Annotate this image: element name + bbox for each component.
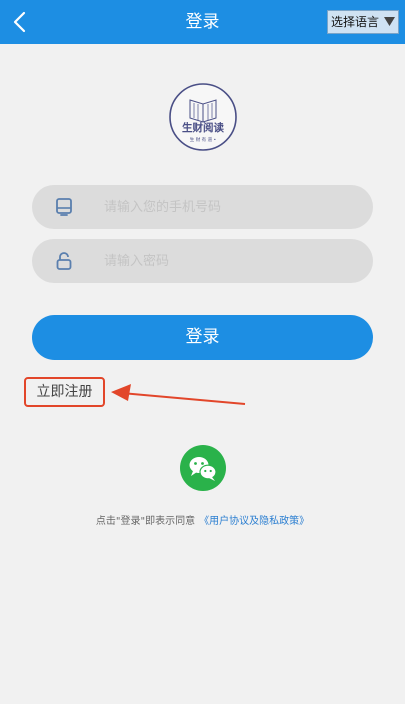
- select-language-button[interactable]: 选择语言: [327, 10, 399, 34]
- agreement-text: 点击"登录"即表示同意 《用户协议及隐私政策》: [0, 512, 405, 527]
- triangle-down-icon: [384, 17, 395, 26]
- agreement-prefix: 点击"登录"即表示同意: [95, 516, 196, 527]
- register-link[interactable]: 立即注册: [24, 377, 105, 407]
- phone-input[interactable]: [104, 185, 354, 229]
- logo-text: 生财阅读: [182, 121, 224, 134]
- policy-link[interactable]: 《用户协议及隐私政策》: [199, 516, 309, 527]
- wechat-icon: [189, 457, 217, 481]
- password-field[interactable]: [32, 239, 373, 283]
- top-bar: 登录 选择语言: [0, 0, 405, 44]
- password-input[interactable]: [104, 239, 354, 283]
- wechat-login-button[interactable]: [180, 445, 226, 491]
- annotation-arrow: [111, 384, 246, 405]
- select-language-label: 选择语言: [331, 15, 380, 29]
- app-logo: 生财阅读 生 财 有 道 •: [168, 82, 238, 152]
- phone-field[interactable]: [32, 185, 373, 229]
- login-button[interactable]: 登录: [32, 315, 373, 360]
- logo-subtext: 生 财 有 道 •: [190, 136, 216, 143]
- phone-icon: [56, 198, 72, 216]
- lock-icon: [56, 252, 72, 270]
